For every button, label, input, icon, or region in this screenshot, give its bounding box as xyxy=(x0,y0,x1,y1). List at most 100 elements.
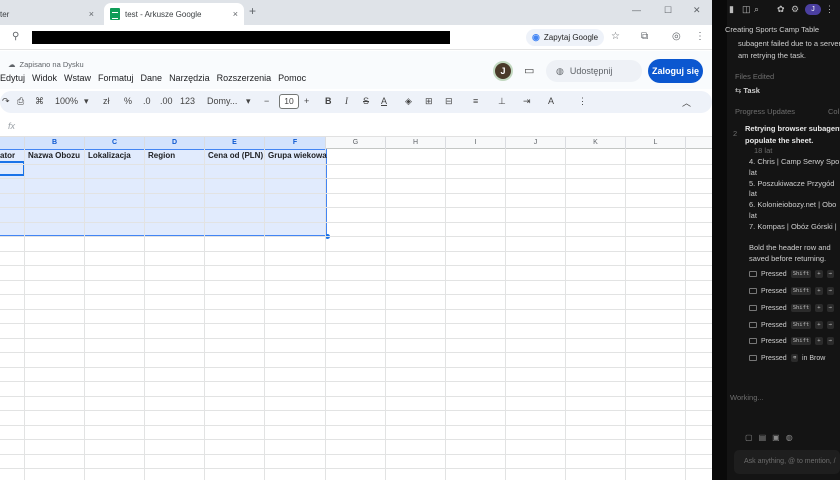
menu-dots-icon[interactable]: ⋮ xyxy=(695,31,705,42)
print-icon[interactable]: ⎙ xyxy=(17,96,24,107)
font-select[interactable]: Domy... xyxy=(207,96,237,106)
strikethrough-button[interactable]: S xyxy=(363,96,369,106)
close-window-icon[interactable]: ✕ xyxy=(693,5,701,16)
google-lens-icon: ◉ xyxy=(532,32,540,42)
collapse-toolbar-icon[interactable]: ︿ xyxy=(682,96,691,109)
url-field-redacted[interactable] xyxy=(32,31,450,44)
menu-insert[interactable]: Wstaw xyxy=(64,73,95,83)
currency-icon[interactable]: zł xyxy=(103,96,110,106)
font-size-increase[interactable]: + xyxy=(304,96,309,106)
increase-decimals-button[interactable]: .00 xyxy=(160,96,173,106)
minimize-icon[interactable]: — xyxy=(632,5,641,15)
profile-icon[interactable]: ◎ xyxy=(672,31,681,42)
column-header[interactable]: L xyxy=(626,137,686,149)
share-button[interactable]: ◍ Udostępnij xyxy=(546,60,642,82)
agent-panel: ▮ ◫ ⌕ ✿ ⚙ J ⋮ Creating Sports Camp Table… xyxy=(712,0,840,480)
decrease-decimals-button[interactable]: .0 xyxy=(143,96,151,106)
tab-active-sheet[interactable]: test - Arkusze Google × xyxy=(104,3,244,25)
chevron-down-icon[interactable]: ▾ xyxy=(246,96,251,107)
login-button[interactable]: Zaloguj się xyxy=(648,59,703,83)
percent-button[interactable]: % xyxy=(124,96,132,106)
tab-title: test - Arkusze Google xyxy=(125,9,202,19)
menu-edit[interactable]: Edytuj xyxy=(0,73,29,83)
text-rotate-icon[interactable]: A xyxy=(548,96,554,106)
step-number: 2 xyxy=(733,129,738,138)
column-header[interactable]: H xyxy=(386,137,446,149)
chevron-down-icon[interactable]: ▾ xyxy=(84,96,89,107)
column-header[interactable]: C xyxy=(85,137,145,149)
search-icon[interactable]: ⌕ xyxy=(754,4,759,15)
column-header[interactable]: G xyxy=(326,137,386,149)
fill-color-icon[interactable]: ◈ xyxy=(405,96,412,107)
column-header[interactable]: E xyxy=(205,137,265,149)
header-cell[interactable]: Grupa wiekowa xyxy=(268,151,327,160)
gridline xyxy=(0,178,712,179)
new-tab-button[interactable]: + xyxy=(249,4,256,18)
account-badge[interactable]: J xyxy=(805,4,821,15)
more-options-icon[interactable]: ⋮ xyxy=(578,96,587,107)
column-header[interactable]: F xyxy=(265,137,326,149)
file-icon[interactable]: ▤ xyxy=(759,433,767,442)
menu-extensions[interactable]: Rozszerzenia xyxy=(217,73,276,83)
comment-icon[interactable]: ▭ xyxy=(524,64,534,77)
extensions-icon[interactable]: ⧉ xyxy=(641,31,648,42)
cell-area[interactable]: ator Nazwa Obozu Lokalizacja Region Cena od … xyxy=(0,149,712,480)
header-cell[interactable]: ator xyxy=(0,151,15,160)
chat-input[interactable]: Ask anything, @ to mention, / xyxy=(734,450,840,474)
column-header[interactable]: B xyxy=(25,137,85,149)
redo-icon[interactable]: ↷ xyxy=(2,96,10,107)
more-options-icon[interactable]: ⋮ xyxy=(825,4,834,15)
extension-icon[interactable]: ✿ xyxy=(777,4,785,15)
align-left-icon[interactable]: ≡ xyxy=(473,96,478,106)
number-format-button[interactable]: 123 xyxy=(180,96,195,106)
paint-format-icon[interactable]: ⌘ xyxy=(35,96,44,107)
menu-view[interactable]: Widok xyxy=(32,73,61,83)
italic-button[interactable]: I xyxy=(345,96,348,106)
menu-tools[interactable]: Narzędzia xyxy=(169,73,214,83)
menu-data[interactable]: Dane xyxy=(141,73,167,83)
header-cell[interactable]: Lokalizacja xyxy=(88,151,131,160)
column-header[interactable]: I xyxy=(446,137,506,149)
bold-button[interactable]: B xyxy=(325,96,332,106)
avatar[interactable]: J xyxy=(493,61,513,81)
text-color-button[interactable]: A xyxy=(381,96,387,106)
tab-previous[interactable]: ter × xyxy=(0,3,100,25)
site-info-icon[interactable]: ⚲ xyxy=(12,31,19,42)
header-cell[interactable]: Cena od (PLN) xyxy=(208,151,263,160)
gridline xyxy=(0,439,712,440)
column-header[interactable]: K xyxy=(566,137,626,149)
column-header[interactable] xyxy=(0,137,25,149)
header-cell[interactable]: Region xyxy=(148,151,175,160)
star-icon[interactable]: ☆ xyxy=(611,31,620,42)
collapse-all-button[interactable]: Col xyxy=(828,107,839,116)
menu-help[interactable]: Pomoc xyxy=(278,73,310,83)
header-cell[interactable]: Nazwa Obozu xyxy=(28,151,80,160)
vertical-align-icon[interactable]: ⊥ xyxy=(498,96,506,107)
image-icon[interactable]: ▣ xyxy=(772,433,780,442)
close-icon[interactable]: × xyxy=(233,9,238,19)
column-header[interactable]: J xyxy=(506,137,566,149)
menu-format[interactable]: Formatuj xyxy=(98,73,138,83)
ask-google-button[interactable]: ◉ Zapytaj Google xyxy=(526,29,605,46)
copy-icon[interactable]: ▢ xyxy=(745,433,753,442)
file-task-link[interactable]: ⇆ Task xyxy=(735,86,760,95)
borders-icon[interactable]: ⊞ xyxy=(425,96,433,107)
spreadsheet-grid[interactable]: BCDEFGHIJKL ator Nazwa Obozu Lokalizacja Re… xyxy=(0,137,712,480)
sidebar-toggle-icon[interactable]: ▮ xyxy=(729,4,734,15)
zoom-select[interactable]: 100% xyxy=(55,96,78,106)
column-header[interactable]: D xyxy=(145,137,205,149)
gridline xyxy=(0,265,712,266)
gear-icon[interactable]: ⚙ xyxy=(791,4,799,15)
font-size-decrease[interactable]: − xyxy=(264,96,269,106)
close-icon[interactable]: × xyxy=(89,9,94,19)
text-wrap-icon[interactable]: ⇥ xyxy=(523,96,531,107)
merge-cells-icon[interactable]: ⊟ xyxy=(445,96,453,107)
globe-icon[interactable]: ◍ xyxy=(786,433,793,442)
pressed-label: Pressed xyxy=(761,321,787,329)
font-size-input[interactable]: 10 xyxy=(279,94,299,109)
formula-bar[interactable]: fx xyxy=(0,117,712,137)
maximize-icon[interactable]: ☐ xyxy=(664,5,672,16)
panel-action-icons: ▢ ▤ ▣ ◍ xyxy=(745,433,793,442)
split-view-icon[interactable]: ◫ xyxy=(742,4,751,15)
pressed-label: Pressed xyxy=(761,287,787,295)
